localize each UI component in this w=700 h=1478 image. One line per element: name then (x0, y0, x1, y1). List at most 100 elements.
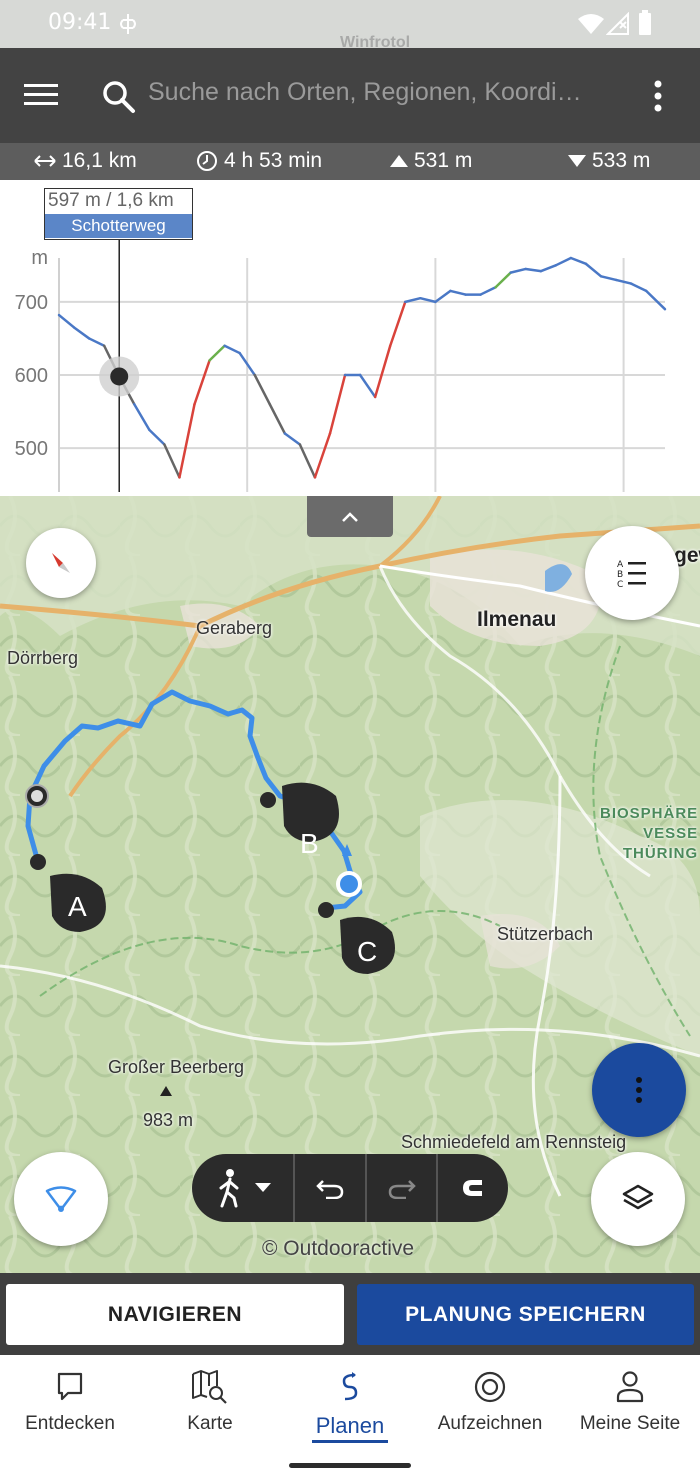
elevation-segment (223, 344, 241, 355)
y-tick-label: 500 (15, 438, 48, 460)
place-schmiedefeld: Schmiedefeld am Rennsteig (401, 1132, 627, 1152)
place-grosser-beerberg: Großer Beerberg (108, 1057, 245, 1077)
clock-icon (197, 151, 217, 171)
location-cone-icon (45, 1186, 77, 1212)
elevation-segment (313, 432, 332, 479)
stat-descent: 533 m (568, 149, 650, 173)
elevation-segment (133, 403, 151, 432)
y-axis-label: m (31, 247, 48, 269)
menu-icon[interactable] (24, 82, 58, 108)
nav-label: Karte (187, 1413, 233, 1434)
duration-value: 4 h 53 min (224, 149, 323, 172)
descent-icon (568, 155, 586, 167)
map-search-icon (192, 1370, 227, 1404)
elevation-segment (298, 443, 317, 479)
elevation-segment (509, 267, 527, 274)
dropdown-icon (254, 1183, 271, 1192)
redo-button[interactable] (367, 1154, 438, 1222)
ascent-icon (390, 155, 408, 167)
action-bar: NAVIGIEREN PLANUNG SPEICHERN (0, 1273, 700, 1355)
signal-icon (606, 12, 629, 35)
elevation-segment (569, 256, 588, 266)
redo-icon (388, 1180, 416, 1199)
elevation-segment (388, 300, 407, 347)
nav-aufzeichnen[interactable]: Aufzeichnen (420, 1367, 560, 1435)
y-tick-label: 600 (15, 365, 48, 387)
elevation-segment (57, 313, 76, 329)
elevation-segment (373, 344, 392, 399)
elevation-tooltip: 597 m / 1,6 km Schotterweg (44, 188, 193, 240)
discover-icon (57, 1372, 83, 1401)
elevation-segment (253, 373, 272, 406)
elevation-segment (644, 289, 667, 311)
cursor-point (110, 367, 129, 386)
svg-text:B: B (617, 570, 623, 580)
undo-icon (316, 1180, 344, 1199)
biosphere-label: BIOSPHÄRE VESSE THÜRING (600, 804, 698, 864)
compass-button[interactable] (26, 528, 96, 598)
svg-text:C: C (617, 580, 623, 588)
nav-meine-seite[interactable]: Meine Seite (560, 1367, 700, 1435)
elevation-segment (193, 359, 211, 406)
battery-icon (639, 10, 651, 35)
user-icon (616, 1371, 644, 1403)
place-ilmenau: Ilmenau (477, 608, 557, 631)
elevation-segment (178, 403, 196, 479)
map-copyright: © Outdooractive (262, 1237, 415, 1260)
elevation-segment (524, 267, 543, 273)
search-icon[interactable] (102, 80, 136, 114)
navigate-button[interactable]: NAVIGIEREN (6, 1284, 344, 1345)
nav-karte[interactable]: Karte (140, 1367, 280, 1435)
gesture-home-bar (289, 1463, 411, 1468)
status-bar: 09:41 Winfrotol (0, 0, 700, 51)
more-options-button[interactable] (592, 1043, 686, 1137)
layers-icon (622, 1184, 654, 1210)
record-icon (474, 1371, 506, 1403)
more-vert-icon[interactable] (652, 80, 664, 112)
waypoint-c[interactable]: C (357, 936, 377, 968)
nav-entdecken[interactable]: Entdecken (0, 1367, 140, 1435)
elevation-segment (208, 344, 226, 362)
wifi-icon (578, 14, 604, 34)
undo-button[interactable] (295, 1154, 367, 1222)
biosphere-line-2: VESSE (643, 825, 699, 842)
descent-value: 533 m (592, 149, 651, 172)
place-geraberg: Geraberg (196, 618, 273, 638)
waypoint-list-button[interactable]: A B C (585, 526, 679, 620)
compass-icon (52, 553, 70, 573)
location-button[interactable] (14, 1152, 108, 1246)
waypoint-a[interactable]: A (68, 891, 87, 923)
distance-icon (34, 155, 56, 167)
elevation-segment (163, 443, 181, 479)
nav-label: Entdecken (25, 1413, 115, 1434)
elevation-segment (629, 282, 648, 293)
place-doerrberg: Dörrberg (7, 648, 79, 668)
summit-elevation: 983 m (143, 1110, 194, 1130)
nav-label: Planen (315, 1413, 385, 1438)
route-icon (342, 1372, 358, 1401)
elevation-segment (494, 271, 512, 289)
elevation-segment (479, 286, 497, 296)
elevation-segment (358, 373, 377, 399)
elevation-segment (72, 326, 91, 340)
list-abc-icon: A B C (617, 560, 646, 588)
ascent-value: 531 m (414, 149, 473, 172)
biosphere-line-1: BIOSPHÄRE (600, 805, 699, 822)
nav-label: Meine Seite (579, 1413, 681, 1434)
search-input[interactable]: Suche nach Orten, Regionen, Koordi… (148, 78, 608, 107)
nav-planen[interactable]: Planen (280, 1367, 420, 1439)
map-view[interactable]: Geraberg Ilmenau Dörrberg Stützerbach Gr… (0, 496, 700, 1273)
layers-button[interactable] (591, 1152, 685, 1246)
activity-selector[interactable] (192, 1154, 295, 1222)
top-app-bar: Suche nach Orten, Regionen, Koordi… (0, 48, 700, 143)
snap-button[interactable] (438, 1154, 508, 1222)
elevation-profile[interactable]: 500 600 700 m 597 m / 1,6 km Schotterweg (0, 180, 700, 496)
magnet-icon (463, 1180, 482, 1196)
waypoint-b[interactable]: B (300, 828, 319, 860)
usb-icon (120, 14, 136, 34)
collapse-profile-button[interactable] (307, 496, 393, 537)
elevation-segment (434, 289, 452, 304)
bottom-navigation: Entdecken Karte Planen Aufzeichnen Meine… (0, 1355, 700, 1478)
save-plan-button[interactable]: PLANUNG SPEICHERN (357, 1284, 694, 1345)
place-stuetzerbach: Stützerbach (497, 924, 594, 944)
